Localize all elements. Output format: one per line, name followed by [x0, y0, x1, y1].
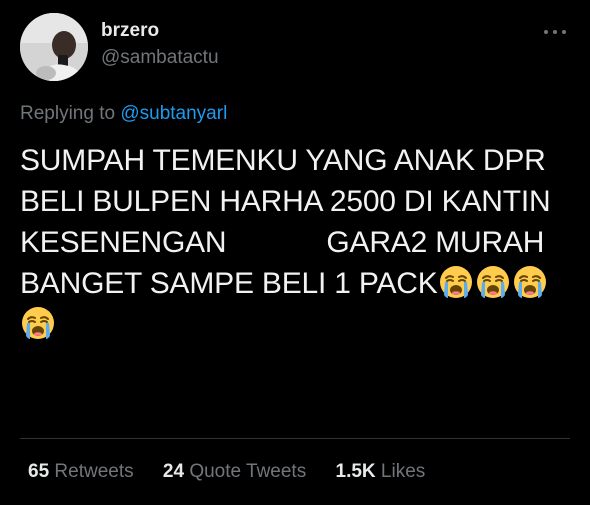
user-handle[interactable]: @sambatactu: [101, 47, 219, 69]
retweets-count: 65: [28, 461, 50, 482]
quote-tweets-stat[interactable]: 24 Quote Tweets: [163, 461, 306, 483]
loudly-crying-face-icon: [20, 305, 56, 341]
quote-tweets-count: 24: [162, 461, 185, 482]
tweet-line: BELI BULPEN HARHA 2500 DI KANTIN: [20, 185, 551, 218]
tweet-line: SUMPAH TEMENKU YANG ANAK DPR: [20, 144, 546, 177]
retweets-stat[interactable]: 65 Retweets: [28, 461, 134, 483]
replying-prefix: Replying to: [20, 103, 116, 124]
more-options-icon[interactable]: [540, 20, 570, 44]
retweets-label: Retweets: [54, 461, 134, 482]
likes-label: Likes: [380, 461, 426, 482]
loudly-crying-face-icon: [475, 264, 511, 300]
reply-mention-link[interactable]: @subtanyarl: [120, 103, 227, 124]
quote-tweets-label: Quote Tweets: [189, 461, 307, 482]
tweet-line: KESENENGAN GARA2 MURAH: [20, 222, 568, 263]
replying-to: Replying to @subtanyarl: [20, 103, 227, 125]
tweet-line-part: KESENENGAN: [20, 226, 227, 259]
likes-count: 1.5K: [335, 461, 376, 482]
divider: [20, 438, 570, 439]
tweet-line: [20, 304, 568, 345]
loudly-crying-face-icon: [438, 264, 474, 300]
avatar-photo-icon: [20, 13, 88, 81]
tweet-line: BANGET SAMPE BELI 1 PACK: [20, 263, 568, 304]
tweet-text: SUMPAH TEMENKU YANG ANAK DPR BELI BULPEN…: [20, 140, 568, 345]
display-name[interactable]: brzero: [101, 20, 159, 42]
tweet-line-part: BANGET SAMPE BELI 1 PACK: [20, 267, 438, 300]
tweet-stats: 65 Retweets 24 Quote Tweets 1.5K Likes: [28, 461, 449, 483]
likes-stat[interactable]: 1.5K Likes: [336, 461, 426, 483]
tweet-line-part: GARA2 MURAH: [326, 226, 545, 259]
loudly-crying-face-icon: [512, 264, 548, 300]
avatar[interactable]: [20, 13, 88, 81]
